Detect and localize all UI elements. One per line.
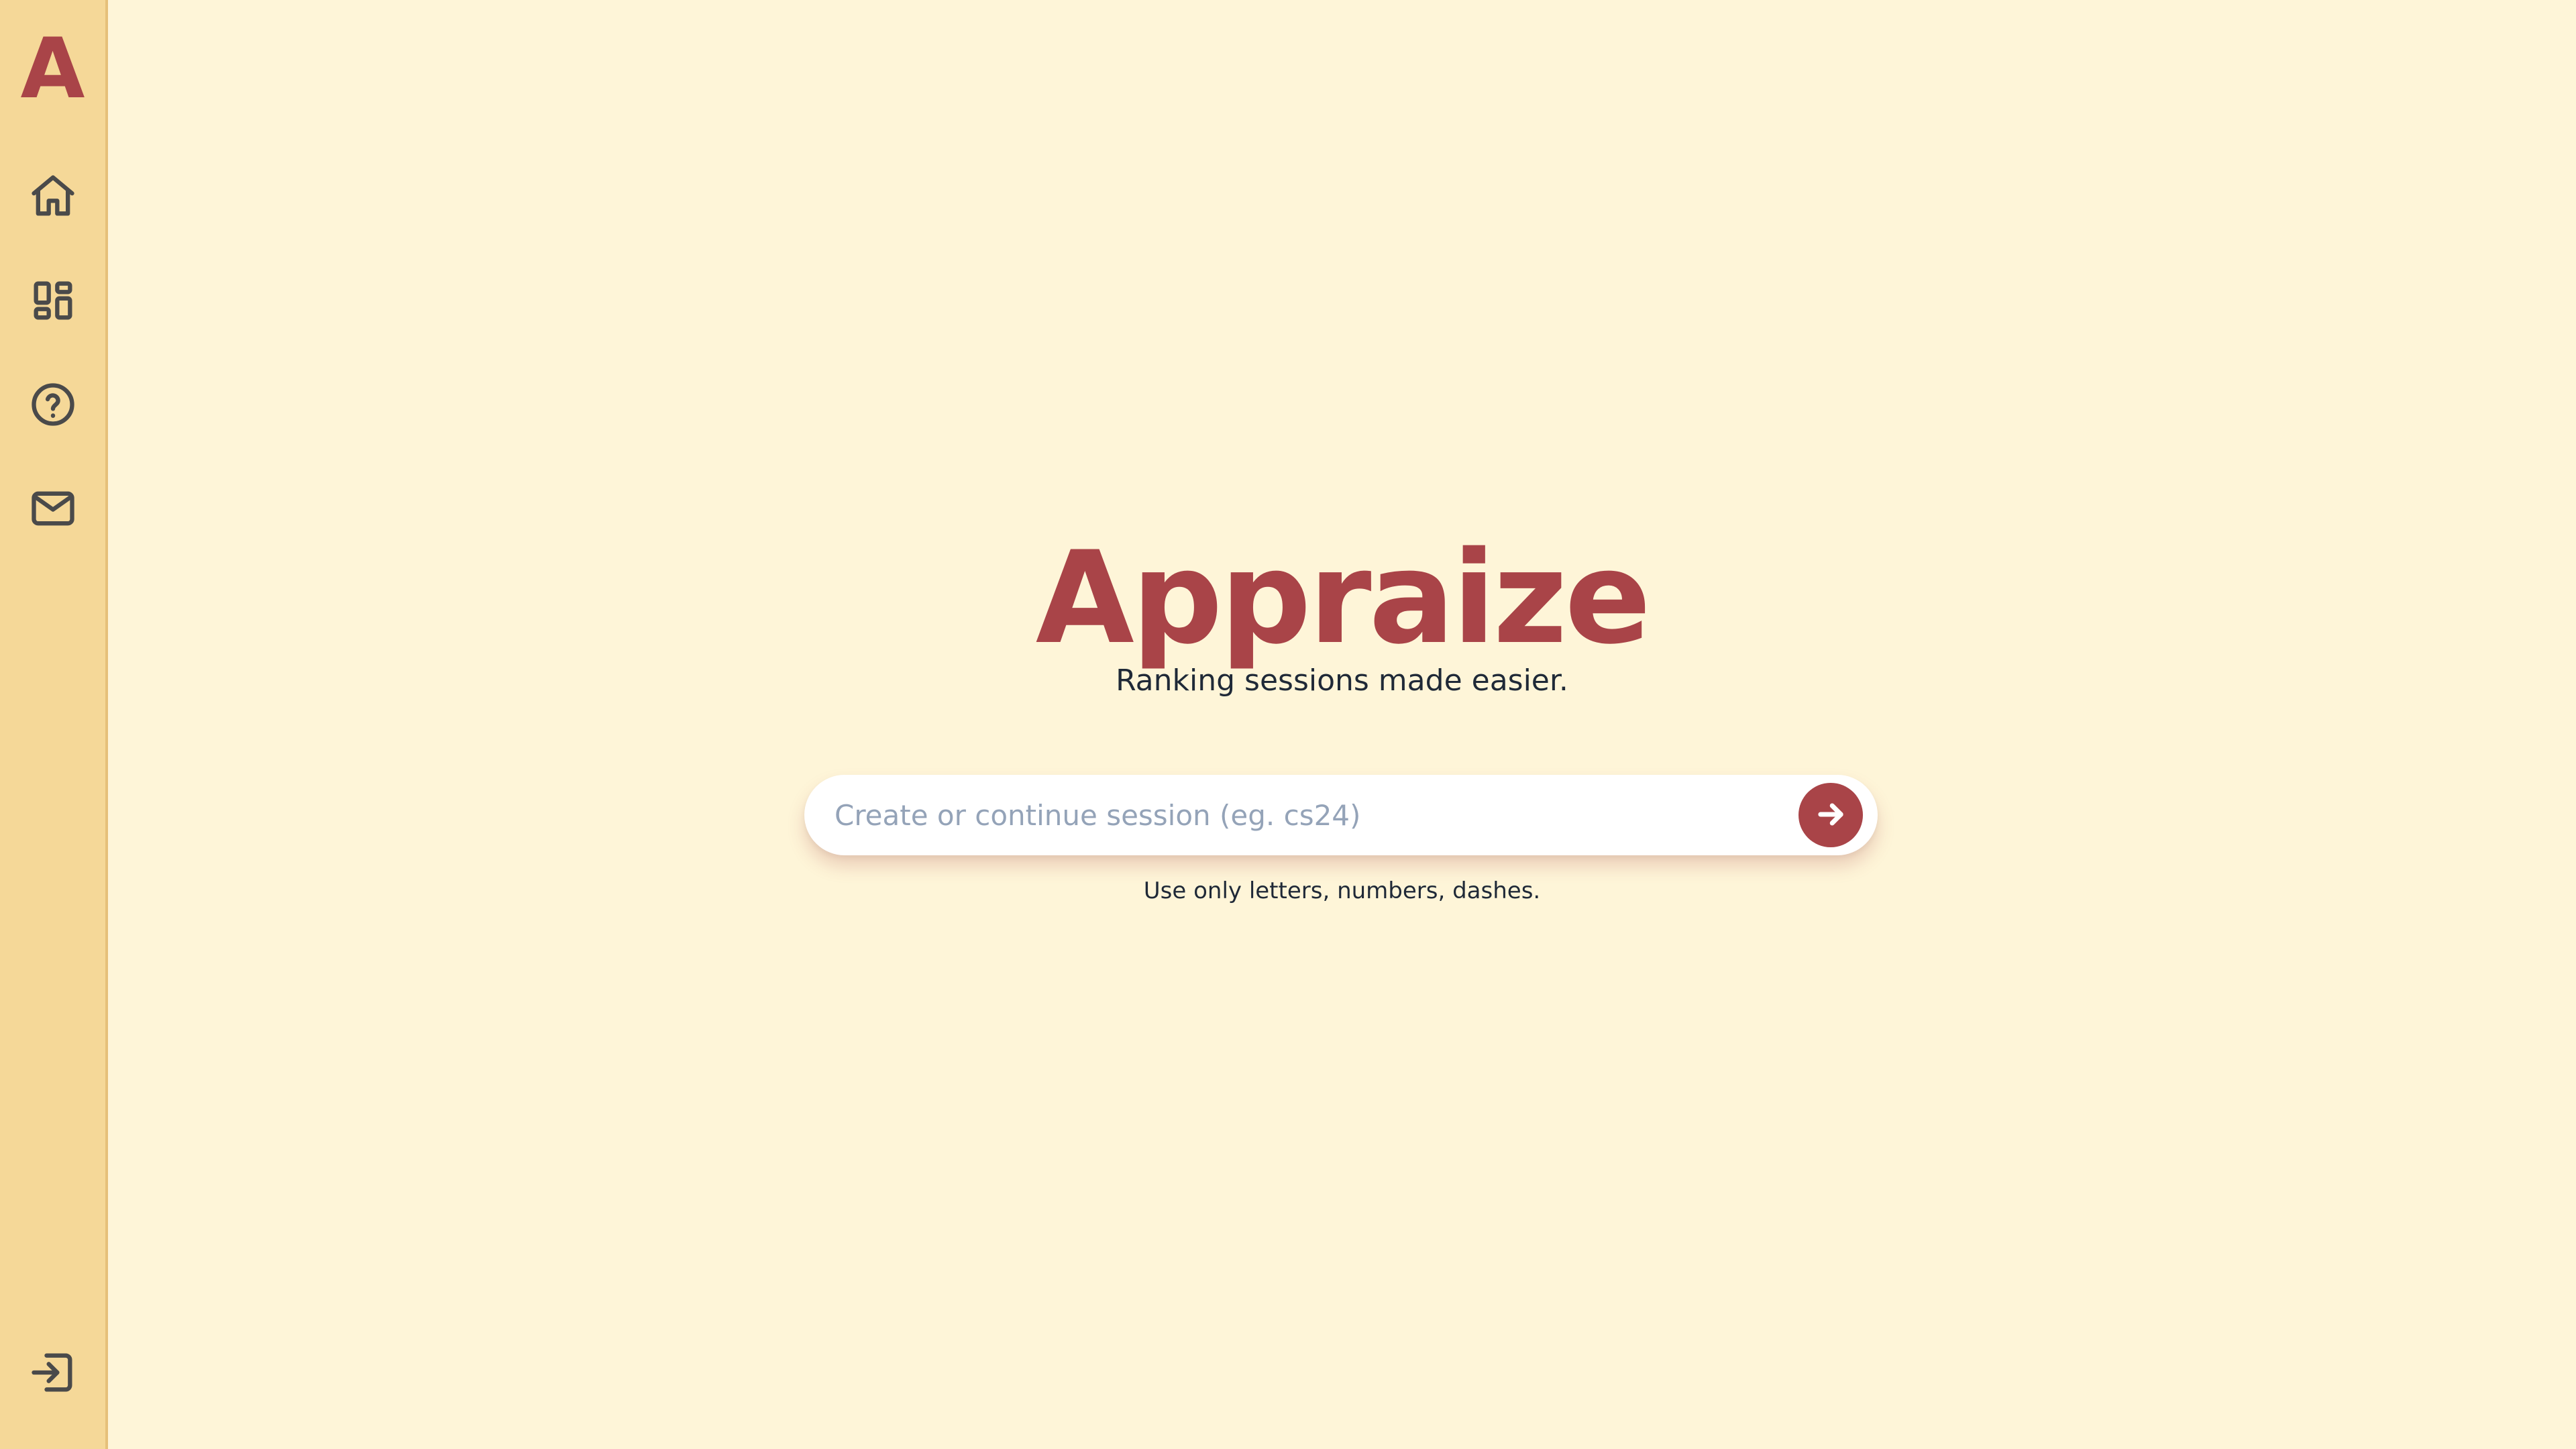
sidebar-item-mail[interactable] [23, 480, 83, 540]
help-icon [28, 379, 78, 433]
input-hint: Use only letters, numbers, dashes. [1143, 877, 1541, 904]
login-icon [28, 1347, 78, 1401]
main-content: Appraize Ranking sessions made easier. U… [108, 0, 2576, 1449]
sidebar: A [0, 0, 108, 1449]
arrow-right-icon [1813, 797, 1848, 834]
sidebar-item-login[interactable] [23, 1344, 83, 1404]
submit-session-button[interactable] [1799, 783, 1863, 847]
session-search-bar [804, 775, 1878, 855]
page-tagline: Ranking sessions made easier. [1116, 663, 1568, 698]
sidebar-item-help[interactable] [23, 376, 83, 436]
session-input[interactable] [835, 775, 1774, 855]
page-title: Appraize [1035, 524, 1652, 672]
dashboard-icon [28, 275, 78, 329]
app-logo[interactable]: A [0, 19, 105, 119]
mail-icon [28, 483, 78, 537]
sidebar-item-home[interactable] [23, 168, 83, 228]
sidebar-item-dashboard[interactable] [23, 272, 83, 332]
home-icon [28, 171, 78, 225]
